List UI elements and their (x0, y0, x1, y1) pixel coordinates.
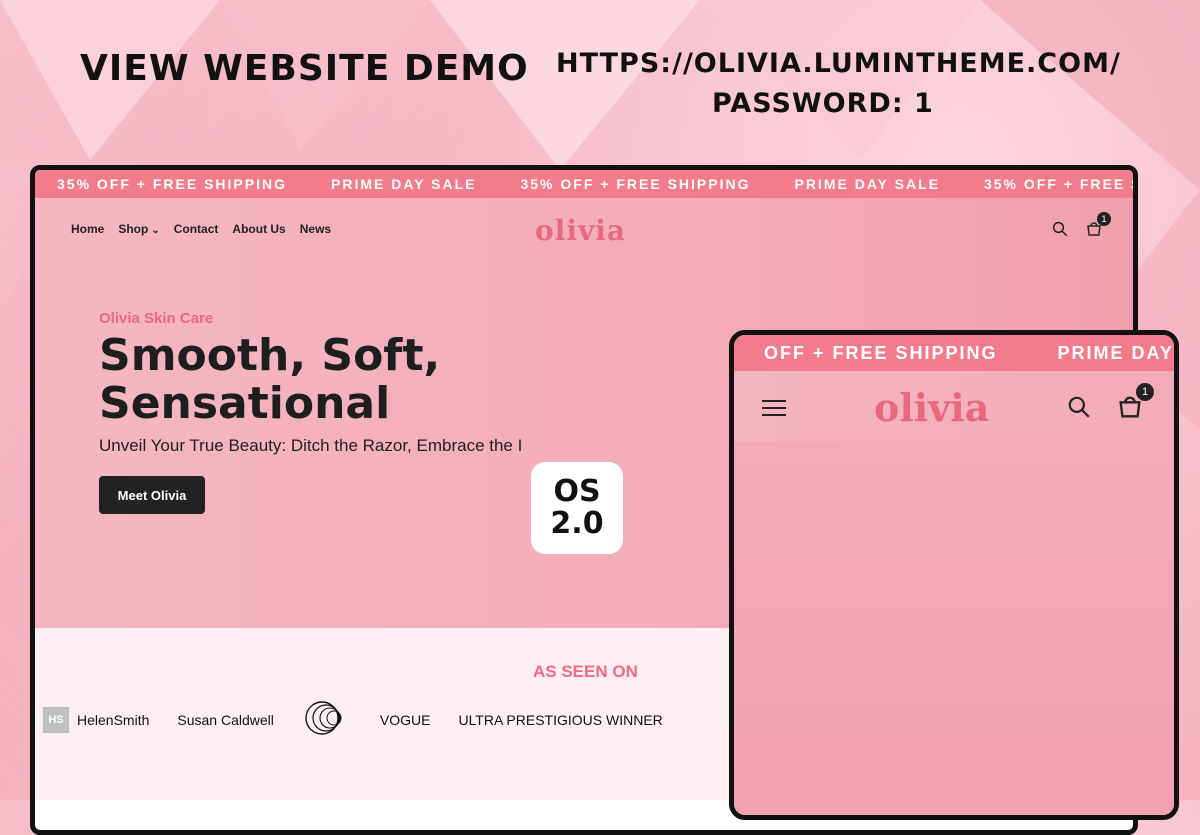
hero-subtitle: Unveil Your True Beauty: Ditch the Razor… (99, 436, 523, 455)
cart-button[interactable]: 1 (1085, 212, 1111, 243)
susan-caldwell-logo-text: Susan Caldwell (177, 711, 274, 728)
brand-helensmith: HS HelenSmith (43, 706, 150, 733)
menu-icon[interactable] (762, 395, 786, 421)
meet-olivia-button[interactable]: Meet Olivia (99, 476, 205, 514)
brand-ultra-prestigious: ULTRA PRESTIGIOUS WINNER (458, 712, 662, 728)
marquee-item: PRIME DAY SALE (794, 176, 940, 192)
demo-password: PASSWORD: 1 (712, 88, 934, 119)
os-badge-line2: 2.0 (550, 506, 604, 541)
nav-home[interactable]: Home (71, 222, 104, 236)
marquee-item: PRIME DAY SALE (331, 176, 477, 192)
brand-circle-logo (302, 698, 352, 741)
chevron-down-icon: ⌄ (151, 225, 160, 236)
marquee-item: 35% OFF + FREE SHIPPING (520, 176, 751, 192)
marquee-item: 35% OFF + FREE SHIPP (983, 176, 1133, 192)
helensmith-mark: HS (43, 706, 69, 733)
promo-marquee: 35% OFF + FREE SHIPPING PRIME DAY SALE 3… (35, 170, 1133, 198)
as-seen-on-title: AS SEEN ON (533, 662, 638, 681)
nav-about[interactable]: About Us (232, 222, 285, 236)
nav-contact[interactable]: Contact (174, 222, 219, 236)
hero-headline-line2: Sensational (99, 378, 391, 429)
nav-shop-label[interactable]: Shop (118, 222, 148, 236)
nav-news[interactable]: News (300, 222, 331, 236)
search-icon[interactable] (1051, 220, 1069, 243)
mobile-promo-marquee: OFF + FREE SHIPPING PRIME DAY (734, 335, 1174, 371)
mobile-hero-image (734, 441, 1174, 815)
demo-url[interactable]: HTTPS://OLIVIA.LUMINTHEME.COM/ (556, 48, 1121, 79)
main-nav: Home Shop ⌄ Contact About Us News (71, 222, 331, 236)
mobile-header-actions: 1 (1066, 383, 1154, 426)
nav-shop[interactable]: Shop ⌄ (118, 222, 159, 236)
header-actions: 1 (1051, 212, 1111, 243)
cart-count-badge: 1 (1136, 383, 1154, 401)
mobile-cart-button[interactable]: 1 (1116, 383, 1154, 426)
brand-vogue: VOGUE (380, 712, 431, 728)
ultra-prestigious-badge: ULTRA PRESTIGIOUS WINNER (458, 711, 663, 728)
helensmith-logo-text: HelenSmith (77, 711, 150, 728)
hero-eyebrow: Olivia Skin Care (99, 310, 214, 327)
cart-icon (1116, 396, 1144, 425)
brand-logos: HS HelenSmith Susan Caldwell VOGUE ULTRA… (43, 698, 663, 741)
hero-headline-line1: Smooth, Soft, (99, 330, 441, 381)
os-badge-line1: OS (553, 474, 601, 509)
search-icon[interactable] (1066, 394, 1092, 425)
mobile-header: olivia 1 (734, 371, 1174, 441)
brand-susan-caldwell: Susan Caldwell (177, 712, 274, 728)
mobile-mockup: OFF + FREE SHIPPING PRIME DAY olivia 1 (729, 330, 1179, 820)
marquee-item: 35% OFF + FREE SHIPPING (57, 176, 287, 192)
marquee-item: OFF + FREE SHIPPING (764, 342, 998, 363)
circle-logo-icon (302, 698, 352, 741)
site-logo[interactable]: olivia (535, 214, 626, 247)
vogue-logo-text: VOGUE (379, 711, 431, 728)
marquee-item: PRIME DAY (1057, 342, 1174, 363)
cart-count-badge: 1 (1097, 212, 1111, 226)
demo-title: VIEW WEBSITE DEMO (80, 48, 529, 89)
cart-icon (1085, 222, 1103, 242)
os-2-0-badge: OS 2.0 (531, 462, 623, 554)
hero-headline: Smooth, Soft, Sensational (99, 332, 440, 428)
mobile-site-logo[interactable]: olivia (874, 385, 989, 430)
